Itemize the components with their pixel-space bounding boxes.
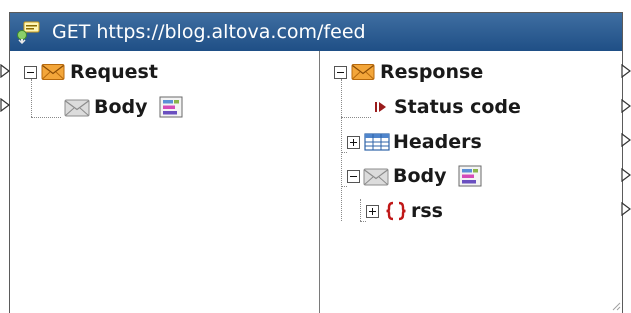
component-title-bar[interactable]: GET https://blog.altova.com/feed [10,13,622,51]
structure-settings-icon[interactable] [159,96,183,118]
output-port-body[interactable] [621,168,631,182]
request-node[interactable]: Request [24,58,158,86]
expand-toggle[interactable] [347,135,360,149]
envelope-icon [351,64,375,80]
collapse-toggle[interactable] [347,169,360,183]
output-port-rss[interactable] [621,202,631,216]
headers-node[interactable]: Headers [347,128,482,156]
structure-settings-icon[interactable] [458,165,482,187]
status-arrow-icon [375,102,386,112]
output-port-status-code[interactable] [621,99,631,113]
tree-connector [31,117,61,118]
status-code-label: Status code [394,96,521,118]
status-code-node[interactable]: Status code [375,93,521,121]
tree-connector [341,79,342,221]
json-braces-icon [386,201,406,221]
collapse-toggle[interactable] [24,65,37,79]
rest-call-component[interactable]: GET https://blog.altova.com/feed Request… [9,12,623,313]
request-label: Request [70,61,158,83]
component-title: GET https://blog.altova.com/feed [52,21,366,43]
response-label: Response [380,61,484,83]
input-port-body[interactable] [0,98,10,112]
response-body-node[interactable]: Body [347,162,482,190]
request-pane: Request Body [10,51,320,313]
tree-connector [341,117,371,118]
headers-label: Headers [393,131,482,153]
rss-label: rss [411,200,443,222]
envelope-gray-icon [363,168,389,186]
request-body-node[interactable]: Body [64,93,183,121]
response-pane: Response Status code Headers Body rss [320,51,622,313]
collapse-toggle[interactable] [334,65,347,79]
envelope-gray-icon [64,99,90,117]
response-node[interactable]: Response [334,58,483,86]
table-icon [364,133,390,151]
expand-toggle[interactable] [366,204,379,218]
envelope-icon [41,64,65,80]
tree-connector [360,199,361,221]
input-port-request[interactable] [0,64,10,78]
rest-call-icon [17,21,40,44]
resize-grip-icon[interactable] [611,301,621,311]
rss-node[interactable]: rss [366,197,443,225]
output-port-headers[interactable] [621,133,631,147]
request-body-label: Body [94,96,148,118]
output-port-response[interactable] [621,64,631,78]
response-body-label: Body [393,165,447,187]
